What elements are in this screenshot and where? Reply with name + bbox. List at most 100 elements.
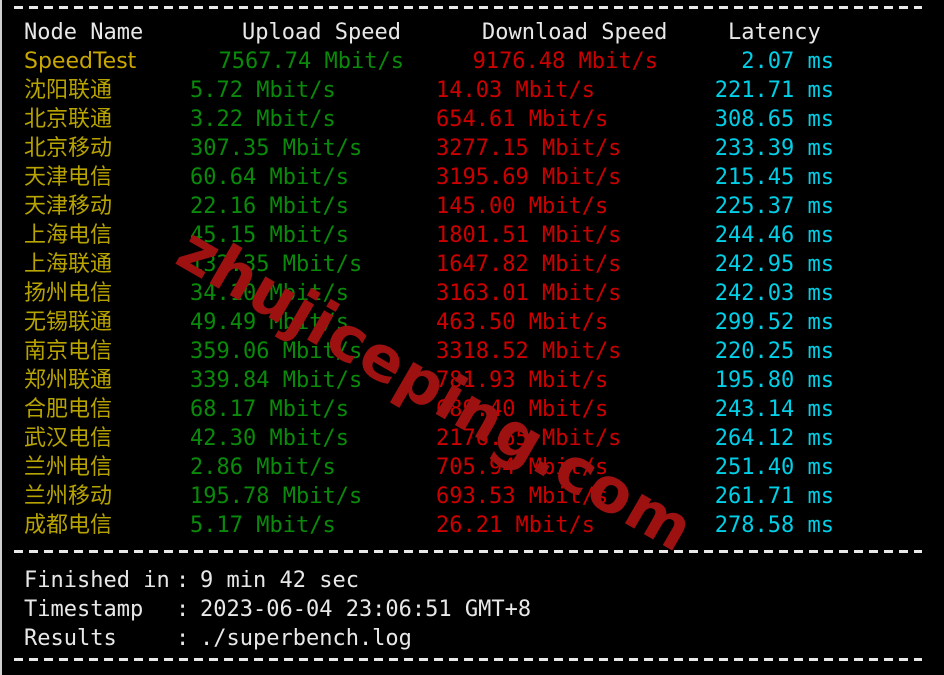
cell-node-name: 天津移动: [24, 194, 113, 219]
footer-label: Finished in: [24, 568, 170, 593]
cell-latency: 220.25 ms: [714, 339, 834, 364]
table-row: 上海电信 45.15 Mbit/s 1801.51 Mbit/s 244.46 ms: [2, 221, 862, 250]
cell-node-name: 武汉电信: [24, 426, 113, 451]
footer-colon: :: [176, 626, 190, 651]
cell-download: 781.93 Mbit/s: [436, 368, 609, 393]
cell-node-name: 北京移动: [24, 136, 113, 161]
table-row: 扬州电信 34.10 Mbit/s 3163.01 Mbit/s 242.03 ms: [2, 279, 862, 308]
footer-row: Timestamp:2023-06-04 23:06:51 GMT+8: [2, 595, 531, 624]
footer-label: Results: [24, 626, 117, 651]
cell-download: 2176.65 Mbit/s: [436, 426, 622, 451]
cell-latency: 299.52 ms: [714, 310, 834, 335]
cell-latency: 278.58 ms: [714, 513, 834, 538]
column-header-download-speed: Download Speed: [482, 20, 668, 45]
cell-upload: 3.22 Mbit/s: [190, 107, 336, 132]
table-row: 天津电信 60.64 Mbit/s 3195.69 Mbit/s 215.45 ms: [2, 163, 862, 192]
cell-latency: 251.40 ms: [714, 455, 834, 480]
cell-latency: 242.03 ms: [714, 281, 834, 306]
cell-upload: 7567.74 Mbit/s: [218, 49, 404, 74]
separator-bottom: [14, 658, 922, 661]
cell-download: 705.94 Mbit/s: [436, 455, 609, 480]
footer-value: 9 min 42 sec: [200, 568, 359, 593]
table-body: SpeedTest 7567.74 Mbit/s 9176.48 Mbit/s …: [2, 47, 862, 540]
cell-latency: 264.12 ms: [714, 426, 834, 451]
column-header-upload-speed: Upload Speed: [242, 20, 401, 45]
cell-upload: 339.84 Mbit/s: [190, 368, 363, 393]
table-row: 北京移动 307.35 Mbit/s 3277.15 Mbit/s 233.39 ms: [2, 134, 862, 163]
table-row: 北京联通 3.22 Mbit/s 654.61 Mbit/s 308.65 ms: [2, 105, 862, 134]
cell-download: 3318.52 Mbit/s: [436, 339, 622, 364]
footer-label: Timestamp: [24, 597, 144, 622]
cell-node-name: 上海联通: [24, 252, 113, 277]
cell-upload: 5.72 Mbit/s: [190, 78, 336, 103]
footer-value: 2023-06-04 23:06:51 GMT+8: [200, 597, 532, 622]
cell-node-name: 南京电信: [24, 339, 113, 364]
cell-download: 463.50 Mbit/s: [436, 310, 609, 335]
cell-upload: 45.15 Mbit/s: [190, 223, 349, 248]
cell-node-name: 郑州联通: [24, 368, 113, 393]
cell-upload: 68.17 Mbit/s: [190, 397, 349, 422]
cell-upload: 359.06 Mbit/s: [190, 339, 363, 364]
cell-download: 3195.69 Mbit/s: [436, 165, 622, 190]
cell-latency: 215.45 ms: [714, 165, 834, 190]
table-header-row: Node Name Upload Speed Download Speed La…: [2, 18, 862, 47]
cell-node-name: 扬州电信: [24, 281, 113, 306]
footer-row: Results: ./superbench.log: [2, 624, 531, 653]
footer-colon: :: [176, 568, 190, 593]
cell-upload: 60.64 Mbit/s: [190, 165, 349, 190]
cell-upload: 34.10 Mbit/s: [190, 281, 349, 306]
cell-latency: 195.80 ms: [714, 368, 834, 393]
table-row: 天津移动 22.16 Mbit/s 145.00 Mbit/s 225.37 ms: [2, 192, 862, 221]
cell-upload: 132.35 Mbit/s: [190, 252, 363, 277]
cell-download: 654.61 Mbit/s: [436, 107, 609, 132]
table-row: 沈阳联通 5.72 Mbit/s 14.03 Mbit/s 221.71 ms: [2, 76, 862, 105]
footer-colon: :: [176, 597, 190, 622]
cell-latency: 225.37 ms: [714, 194, 834, 219]
cell-download: 693.53 Mbit/s: [436, 484, 609, 509]
cell-latency: 242.95 ms: [714, 252, 834, 277]
cell-download: 3163.01 Mbit/s: [436, 281, 622, 306]
cell-download: 1647.82 Mbit/s: [436, 252, 622, 277]
table-row: 无锡联通 49.49 Mbit/s 463.50 Mbit/s 299.52 ms: [2, 308, 862, 337]
table-row: 兰州移动 195.78 Mbit/s 693.53 Mbit/s 261.71 ms: [2, 482, 862, 511]
results-table-container: Node Name Upload Speed Download Speed La…: [2, 18, 944, 540]
cell-node-name: 成都电信: [24, 513, 113, 538]
cell-download: 1801.51 Mbit/s: [436, 223, 622, 248]
cell-node-name: 兰州移动: [24, 484, 113, 509]
cell-download: 3277.15 Mbit/s: [436, 136, 622, 161]
table-row: 上海联通 132.35 Mbit/s 1647.82 Mbit/s 242.95 ms: [2, 250, 862, 279]
cell-node-name: 北京联通: [24, 107, 113, 132]
cell-download: 14.03 Mbit/s: [436, 78, 595, 103]
speedtest-results-table: Node Name Upload Speed Download Speed La…: [2, 18, 862, 540]
table-row: 武汉电信 42.30 Mbit/s 2176.65 Mbit/s 264.12 ms: [2, 424, 862, 453]
column-header-node-name: Node Name: [24, 20, 144, 45]
cell-latency: 243.14 ms: [714, 397, 834, 422]
cell-node-name: SpeedTest: [24, 49, 137, 74]
cell-upload: 22.16 Mbit/s: [190, 194, 349, 219]
cell-node-name: 合肥电信: [24, 397, 113, 422]
cell-node-name: 天津电信: [24, 165, 113, 190]
table-row: 兰州电信 2.86 Mbit/s 705.94 Mbit/s 251.40 ms: [2, 453, 862, 482]
cell-latency: 221.71 ms: [714, 78, 834, 103]
cell-node-name: 无锡联通: [24, 310, 113, 335]
table-row: 郑州联通 339.84 Mbit/s 781.93 Mbit/s 195.80 ms: [2, 366, 862, 395]
cell-node-name: 上海电信: [24, 223, 113, 248]
cell-latency: 233.39 ms: [714, 136, 834, 161]
cell-latency: 2.07 ms: [741, 49, 834, 74]
cell-upload: 195.78 Mbit/s: [190, 484, 363, 509]
table-row-speedtest: SpeedTest 7567.74 Mbit/s 9176.48 Mbit/s …: [2, 47, 862, 76]
cell-download: 689.40 Mbit/s: [436, 397, 609, 422]
cell-latency: 261.71 ms: [714, 484, 834, 509]
separator-middle: [14, 550, 922, 553]
cell-download: 9176.48 Mbit/s: [472, 49, 658, 74]
cell-latency: 308.65 ms: [714, 107, 834, 132]
cell-latency: 244.46 ms: [714, 223, 834, 248]
summary-footer: Finished in:9 min 42 sec Timestamp:2023-0…: [2, 566, 531, 653]
cell-node-name: 沈阳联通: [24, 78, 113, 103]
cell-download: 145.00 Mbit/s: [436, 194, 609, 219]
column-header-latency: Latency: [728, 20, 821, 45]
table-header: Node Name Upload Speed Download Speed La…: [2, 18, 862, 47]
footer-row: Finished in:9 min 42 sec: [2, 566, 531, 595]
cell-node-name: 兰州电信: [24, 455, 113, 480]
cell-download: 26.21 Mbit/s: [436, 513, 595, 538]
